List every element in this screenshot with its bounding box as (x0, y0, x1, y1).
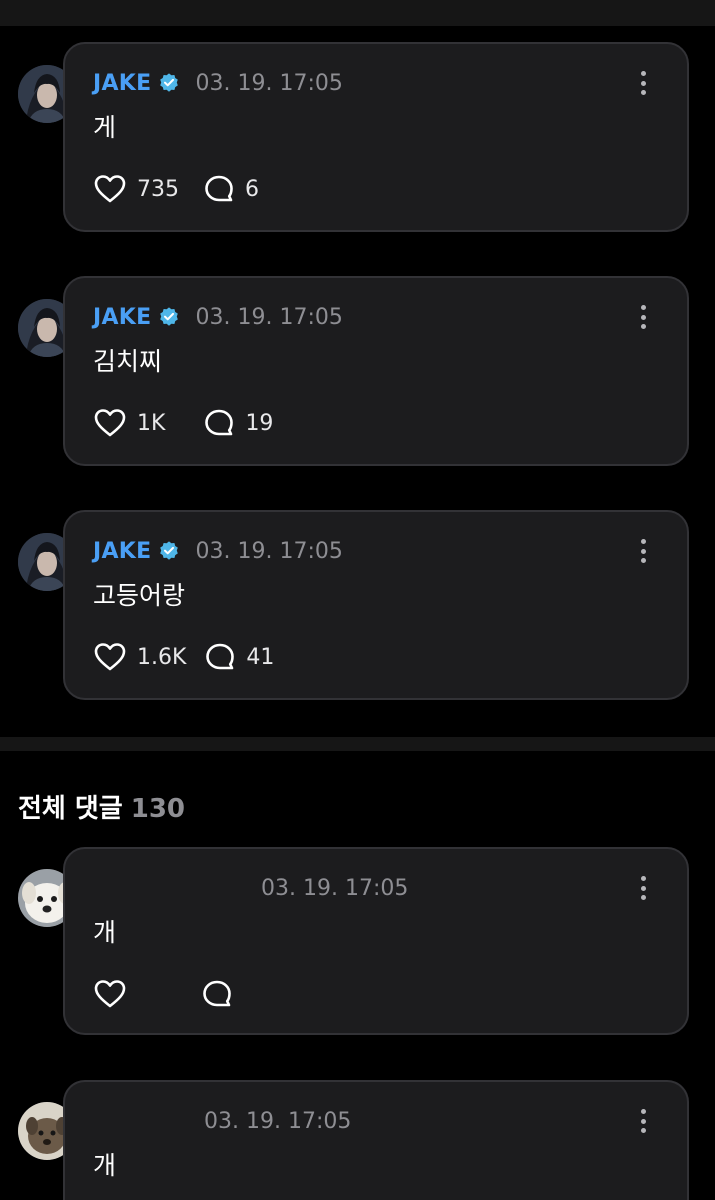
post-timestamp: 03. 19. 17:05 (195, 70, 343, 96)
more-vertical-icon[interactable] (633, 873, 653, 903)
comment-card: 03. 19. 17:05 개 (63, 847, 689, 1035)
like-button[interactable]: 735 (93, 174, 179, 204)
post-text: 고등어랑 (93, 581, 186, 610)
like-button[interactable]: 1K (93, 408, 165, 438)
more-vertical-icon[interactable] (633, 302, 653, 332)
comment-text: 개 (93, 1151, 117, 1180)
post-card: JAKE 03. 19. 17:05 김치찌 1K 19 (63, 276, 689, 466)
comment-text: 개 (93, 918, 117, 947)
author-name[interactable]: JAKE (93, 539, 152, 564)
comments-count: 130 (130, 794, 186, 824)
comments-title: 전체 댓글 (18, 794, 123, 824)
section-divider (0, 737, 715, 751)
author-name[interactable]: JAKE (93, 71, 152, 96)
comment-button[interactable]: 19 (203, 408, 273, 438)
comment-timestamp: 03. 19. 17:05 (204, 1108, 352, 1134)
comment-bubble-icon (206, 643, 235, 670)
like-count: 1.6K (137, 644, 187, 670)
post-actions: 1K 19 (93, 406, 273, 440)
comment-button[interactable] (201, 979, 233, 1009)
comment-bubble-icon (203, 980, 231, 1007)
post-meta: JAKE 03. 19. 17:05 (93, 300, 343, 334)
post-text: 김치찌 (93, 347, 163, 376)
comment-button[interactable]: 6 (203, 174, 259, 204)
verified-badge-icon (158, 306, 180, 328)
more-vertical-icon[interactable] (633, 68, 653, 98)
comment-card: 03. 19. 17:05 개 (63, 1080, 689, 1200)
like-button[interactable]: 1.6K (93, 642, 186, 672)
post-actions: 735 6 (93, 172, 259, 206)
like-count: 1K (137, 410, 166, 436)
verified-badge-icon (158, 72, 180, 94)
post-card: JAKE 03. 19. 17:05 고등어랑 1.6K 41 (63, 510, 689, 700)
heart-icon (94, 980, 126, 1008)
post-timestamp: 03. 19. 17:05 (195, 304, 343, 330)
post-timestamp: 03. 19. 17:05 (195, 538, 343, 564)
like-button[interactable] (93, 979, 127, 1009)
comment-count: 6 (245, 176, 259, 202)
post-meta: JAKE 03. 19. 17:05 (93, 66, 343, 100)
more-vertical-icon[interactable] (633, 536, 653, 566)
post-actions: 1.6K 41 (93, 640, 274, 674)
comment-count: 41 (246, 644, 275, 670)
heart-icon (94, 175, 126, 203)
comment-meta: 03. 19. 17:05 (261, 871, 408, 905)
top-bar (0, 0, 715, 26)
like-count: 735 (137, 176, 179, 202)
post-meta: JAKE 03. 19. 17:05 (93, 534, 343, 568)
comment-meta: 03. 19. 17:05 (204, 1104, 351, 1138)
comment-timestamp: 03. 19. 17:05 (261, 875, 409, 901)
post-card: JAKE 03. 19. 17:05 게 735 6 (63, 42, 689, 232)
heart-icon (94, 643, 126, 671)
comment-actions (93, 977, 233, 1011)
comment-count: 19 (245, 410, 274, 436)
verified-badge-icon (158, 540, 180, 562)
comment-bubble-icon (205, 175, 233, 202)
heart-icon (94, 409, 126, 437)
more-vertical-icon[interactable] (633, 1106, 653, 1136)
author-name[interactable]: JAKE (93, 305, 152, 330)
page: JAKE 03. 19. 17:05 게 735 6 JAKE 03. 19. … (0, 0, 715, 1200)
comment-button[interactable]: 41 (204, 642, 274, 672)
post-text: 게 (93, 113, 117, 142)
comment-bubble-icon (205, 409, 234, 436)
comments-header: 전체 댓글 130 (18, 788, 185, 825)
